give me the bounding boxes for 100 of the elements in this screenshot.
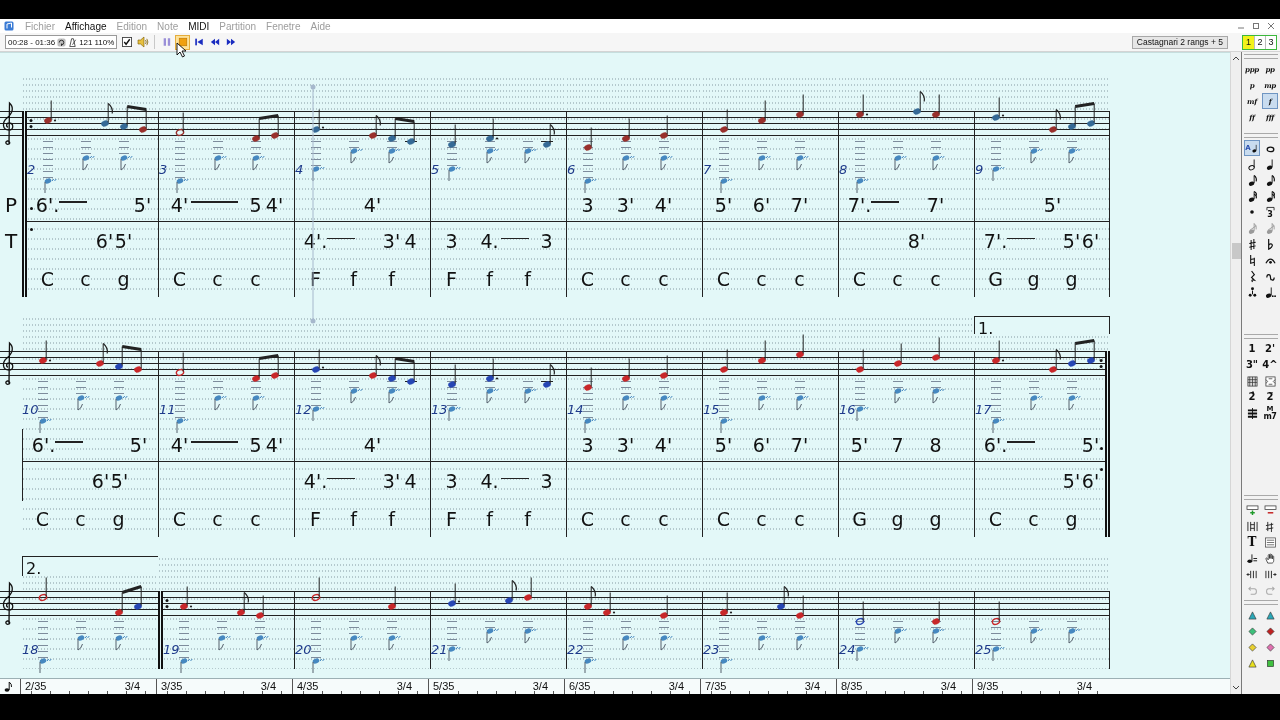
- note-icon: [4, 681, 12, 692]
- chord-letter: c: [794, 509, 805, 529]
- chord-letter: c: [620, 509, 631, 529]
- measure-number: 10: [22, 402, 39, 417]
- fast-forward-icon: [225, 37, 236, 47]
- fingering-button[interactable]: [1244, 373, 1260, 389]
- scroll-up-icon[interactable]: [1232, 56, 1240, 61]
- note-tool-button[interactable]: 3: [1262, 204, 1278, 220]
- tab-number: 7: [891, 435, 904, 455]
- bass-note: [446, 141, 461, 182]
- menu-item[interactable]: Affichage: [60, 20, 112, 32]
- chord-letter: f: [350, 269, 357, 289]
- loop-icon[interactable]: [57, 37, 67, 47]
- tab-number: 4: [404, 232, 417, 251]
- menu-item[interactable]: MIDI: [183, 20, 215, 32]
- fingering-button[interactable]: 2': [1262, 341, 1278, 357]
- scroll-thumb[interactable]: [1231, 243, 1241, 259]
- measure-number: 12: [295, 402, 312, 417]
- bass-note: [582, 141, 597, 194]
- bass-note: [174, 381, 189, 434]
- measure-number: 24: [839, 642, 856, 657]
- row-button[interactable]: 1: [1243, 35, 1254, 49]
- tab-number: 3: [445, 232, 458, 251]
- bass-note: [990, 381, 1005, 434]
- measure-number: 21: [431, 642, 448, 657]
- quarter-note-icon: [1264, 157, 1276, 171]
- triangle-marker-icon: [1247, 610, 1257, 620]
- row-button[interactable]: 3: [1265, 35, 1276, 49]
- bass-note: [620, 381, 635, 411]
- tab-number: 3: [581, 195, 594, 215]
- chord-letter: c: [1028, 509, 1039, 529]
- checkbox[interactable]: [122, 37, 133, 47]
- vertical-scrollbar[interactable]: [1230, 52, 1242, 694]
- note-cluster-icon: [1246, 285, 1258, 299]
- speaker-icon[interactable]: [137, 36, 150, 48]
- row-button[interactable]: 2: [1254, 35, 1265, 49]
- chord-letter: C: [852, 269, 867, 289]
- chord-letter: G: [852, 509, 867, 529]
- metronome-icon[interactable]: [68, 37, 78, 47]
- chord-letter: c: [250, 509, 261, 529]
- measure-number: 18: [22, 642, 39, 657]
- bass-note: [37, 381, 52, 434]
- bass-note: [446, 381, 461, 422]
- time-signature: 3/4: [396, 681, 412, 692]
- instrument-field[interactable]: Castagnari 2 rangs + 5: [1131, 35, 1228, 49]
- tab-number: 6'.: [31, 435, 56, 455]
- time-signature: 3/4: [804, 681, 820, 692]
- bass-note: [386, 381, 401, 404]
- chord-letter: F: [310, 509, 321, 529]
- bass-note: [854, 381, 869, 422]
- tab-number: 7': [926, 195, 945, 215]
- tab-number: 4.: [480, 472, 499, 491]
- bass-note: [310, 381, 325, 422]
- tab-number: 5': [114, 232, 133, 251]
- tab-number: 4'.: [303, 472, 328, 491]
- tab-number: 4': [170, 435, 189, 455]
- scroll-down-icon[interactable]: [1232, 685, 1240, 690]
- bass-note: [113, 381, 128, 411]
- chord-letter: c: [75, 509, 86, 529]
- bass-note: [522, 381, 537, 404]
- chord-letter: f: [388, 269, 395, 289]
- bass-note: [990, 141, 1005, 182]
- measure-number: 4: [295, 162, 304, 177]
- chord-letter: g: [112, 509, 125, 529]
- measure-number: 5: [431, 162, 440, 177]
- tool-button[interactable]: T: [1244, 534, 1260, 550]
- eighth-note-icon: [1246, 173, 1258, 187]
- chord-letter: c: [80, 269, 91, 289]
- fingering-button[interactable]: 4^: [1262, 357, 1278, 373]
- bass-note: [212, 381, 227, 411]
- bass-note: [174, 141, 189, 194]
- tab-number: 5': [1062, 472, 1081, 491]
- fingering-button[interactable]: 3": [1244, 357, 1260, 373]
- restore-icon[interactable]: [1252, 22, 1260, 30]
- shift-left-icon: [1245, 568, 1259, 580]
- measure-number: 11: [159, 402, 176, 417]
- close-icon[interactable]: [1267, 22, 1275, 30]
- bass-note: [658, 381, 673, 411]
- triangle-marker-icon: [1247, 658, 1257, 668]
- triangle-marker-icon: [1265, 610, 1275, 620]
- chord-letter: c: [212, 509, 223, 529]
- fingering-button[interactable]: 2̈: [1262, 389, 1278, 405]
- chord-letter: c: [658, 269, 669, 289]
- note-beam: [1074, 102, 1095, 108]
- chord-letter: g: [891, 509, 904, 529]
- measure-number: 16: [839, 402, 856, 417]
- fingering-button[interactable]: 2̇: [1244, 389, 1260, 405]
- bass-note: [1028, 141, 1043, 164]
- chord-letter: c: [756, 269, 767, 289]
- bass-note: [80, 141, 95, 171]
- bass-note: [620, 141, 635, 171]
- square-marker-icon: [1265, 658, 1275, 668]
- tab-number: 7'.: [847, 195, 872, 215]
- hold-line: [55, 441, 83, 443]
- stop-icon: [177, 37, 188, 47]
- bass-note: [1066, 381, 1081, 411]
- bass-note: [1066, 141, 1081, 164]
- fingering-button[interactable]: 1: [1244, 341, 1260, 357]
- tab-number: 5: [249, 435, 262, 455]
- bass-note: [348, 621, 363, 651]
